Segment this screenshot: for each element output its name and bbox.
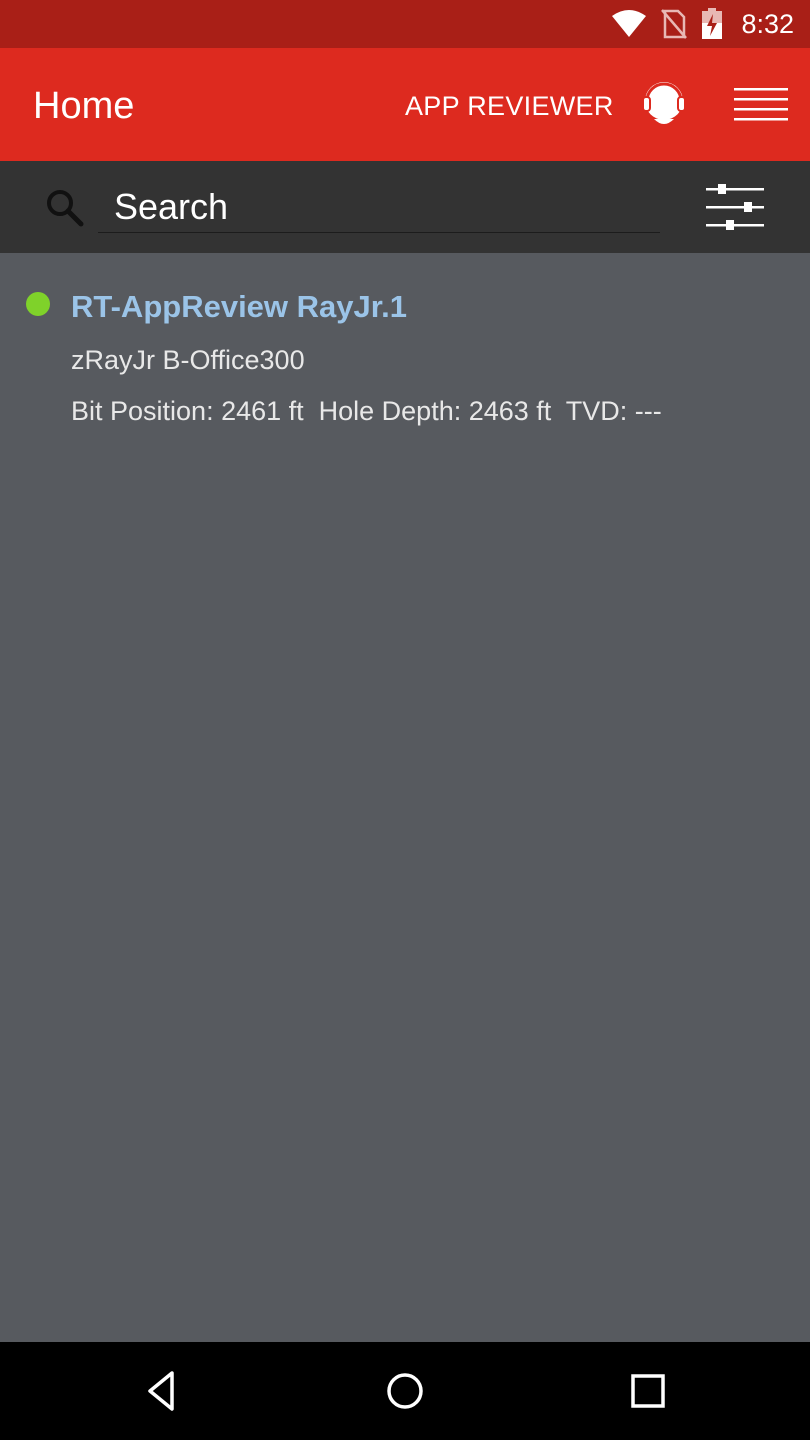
home-icon[interactable] [380,1366,430,1416]
support-headset-icon[interactable] [640,75,688,133]
search-icon[interactable] [44,187,84,227]
status-icons: 8:32 [611,0,794,48]
status-indicator [26,292,50,316]
no-sim-icon [661,9,688,39]
well-metrics: Bit Position: 2461 ft Hole Depth: 2463 f… [71,396,662,426]
user-label: APP REVIEWER [405,91,614,121]
filter-sliders-icon[interactable] [704,183,766,233]
page-title: Home [33,85,135,127]
system-nav-bar [0,1342,810,1440]
search-input[interactable] [98,181,660,233]
recents-icon[interactable] [623,1366,673,1416]
well-name: RT-AppReview RayJr.1 [71,289,407,324]
wifi-icon [612,10,647,37]
list-item[interactable]: RT-AppReview RayJr.1 zRayJr B-Office300 … [0,253,810,443]
well-list: RT-AppReview RayJr.1 zRayJr B-Office300 … [0,253,810,1342]
search-bar [0,161,810,253]
app-bar: Home APP REVIEWER [0,48,810,161]
back-icon[interactable] [138,1366,188,1416]
battery-charging-icon [702,8,723,39]
well-rig: zRayJr B-Office300 [71,345,305,375]
status-time: 8:32 [741,8,794,39]
menu-icon[interactable] [734,86,788,124]
status-bar: 8:32 [0,0,810,48]
